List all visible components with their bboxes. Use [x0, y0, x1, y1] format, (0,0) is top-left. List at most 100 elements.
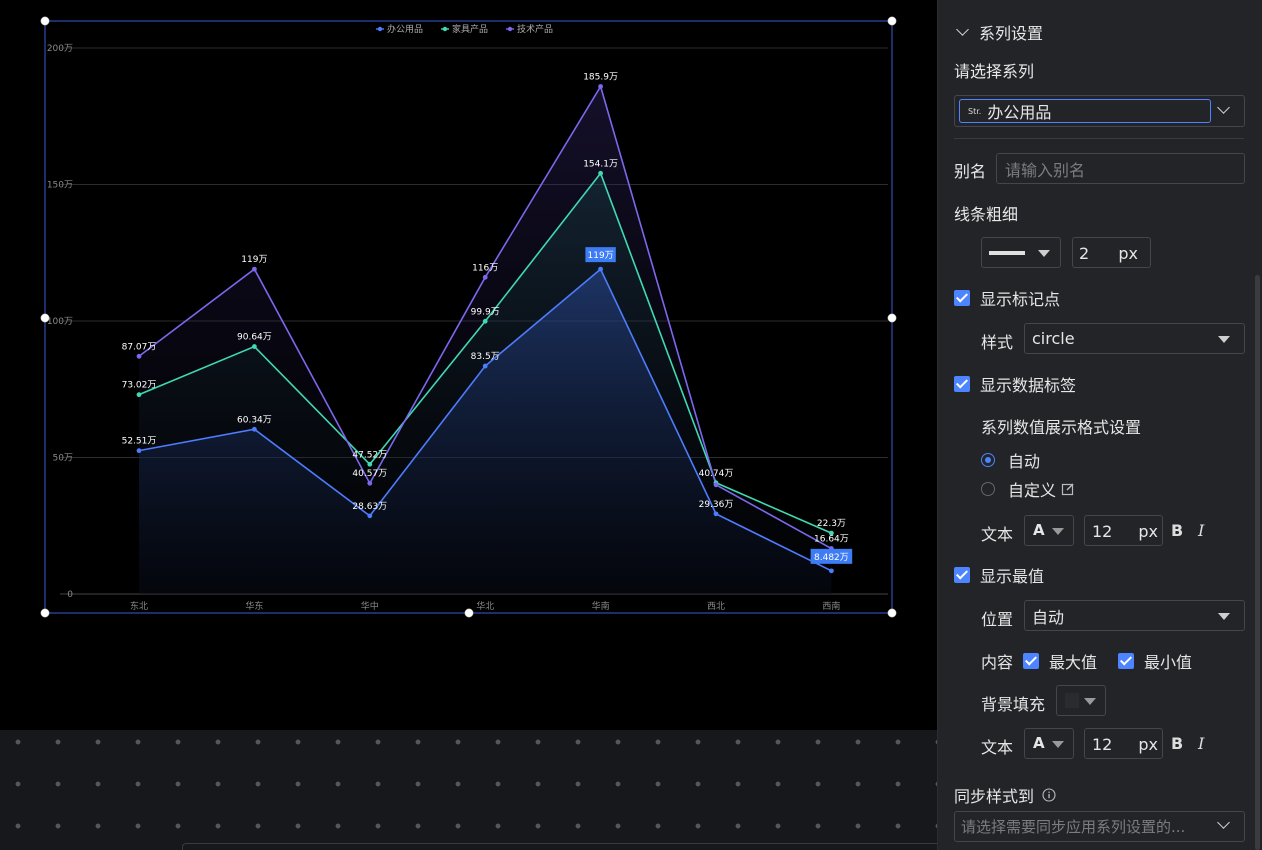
show-extreme-label: 显示最值 [980, 567, 1045, 586]
show-marker-label: 显示标记点 [980, 290, 1061, 309]
data-point [598, 170, 603, 176]
data-point [252, 266, 257, 272]
marker-style-label: 样式 [981, 333, 1014, 352]
show-data-label-text: 显示数据标签 [980, 376, 1077, 395]
bg-fill-swatch [1065, 693, 1079, 708]
legend-label: 家具产品 [452, 23, 488, 35]
data-label: 40.74万 [699, 469, 734, 479]
line-width-value: 2 [1079, 244, 1090, 263]
max-label: 最大值 [1049, 653, 1098, 672]
divider [954, 138, 1244, 139]
resize-handle[interactable] [887, 16, 897, 26]
format-label: 系列数值展示格式设置 [981, 418, 1142, 437]
data-label: 52.51万 [122, 437, 157, 447]
data-point [252, 344, 257, 349]
line-style-select[interactable] [981, 237, 1061, 268]
data-point [367, 513, 373, 519]
section-header-series[interactable]: 系列设置 [956, 20, 1043, 44]
data-point [252, 426, 257, 432]
data-label: 90.64万 [237, 333, 272, 343]
show-data-label-toggle[interactable]: 显示数据标签 [954, 372, 1076, 396]
chevron-down-icon [1217, 816, 1230, 829]
resize-handle[interactable] [887, 608, 897, 618]
select-series-label: 请选择系列 [954, 62, 1035, 81]
caret-down-icon [1038, 250, 1050, 257]
horizontal-scrollbar[interactable] [182, 843, 937, 850]
resize-handle[interactable] [40, 608, 50, 618]
min-label: 最小值 [1144, 653, 1193, 672]
canvas-dot-grid [0, 730, 937, 850]
data-point [598, 84, 603, 89]
font-color-select-2[interactable]: A [1024, 728, 1074, 759]
data-label: 154.1万 [583, 159, 618, 169]
data-label: 28.63万 [352, 502, 387, 512]
font-size-input[interactable]: 12 px [1084, 515, 1163, 546]
show-data-label-checkbox[interactable] [954, 376, 970, 392]
series-select-value: 办公用品 [987, 103, 1052, 122]
font-color-select[interactable]: A [1024, 515, 1074, 546]
bold-button-2[interactable]: B [1171, 734, 1183, 753]
font-size-input-2[interactable]: 12 px [1084, 728, 1163, 759]
show-extreme-checkbox[interactable] [954, 567, 970, 583]
position-select[interactable]: 自动 [1024, 600, 1245, 631]
line-style-preview [989, 251, 1025, 255]
resize-handle[interactable] [887, 313, 897, 323]
position-label: 位置 [981, 610, 1014, 629]
data-label: 185.9万 [583, 72, 618, 82]
italic-button-2[interactable]: I [1198, 734, 1204, 753]
bold-button[interactable]: B [1171, 521, 1183, 540]
show-marker-toggle[interactable]: 显示标记点 [954, 286, 1060, 310]
min-checkbox[interactable] [1118, 653, 1135, 669]
caret-down-icon [1218, 613, 1230, 620]
x-tick-label: 西南 [822, 600, 840, 612]
line-width-input[interactable]: 2 px [1072, 237, 1151, 268]
panel-scrollbar[interactable] [1255, 275, 1260, 850]
edit-icon[interactable] [1061, 482, 1075, 496]
max-checkbox[interactable] [1023, 653, 1040, 669]
resize-handle[interactable] [464, 608, 474, 618]
series-select[interactable]: Str. 办公用品 [954, 95, 1245, 127]
data-point [136, 353, 142, 359]
format-auto-label: 自动 [1008, 452, 1041, 471]
x-tick-label: 华中 [361, 600, 379, 612]
show-marker-checkbox[interactable] [954, 290, 970, 306]
extreme-label: 119万 [588, 251, 614, 261]
x-tick-label: 东北 [130, 600, 148, 612]
data-label: 99.9万 [471, 307, 500, 317]
data-point [829, 568, 834, 574]
y-tick-label: 100万 [47, 317, 73, 327]
legend-label: 办公用品 [387, 23, 423, 35]
italic-button[interactable]: I [1198, 521, 1204, 540]
data-label: 83.5万 [471, 352, 500, 362]
chart[interactable]: 52.51万 60.34万 28.63万 83.5万 119万 29.36万 8.482万 7… [0, 0, 937, 730]
data-point [713, 482, 719, 488]
data-point [598, 266, 603, 272]
marker-style-select[interactable]: circle [1024, 323, 1245, 354]
data-point [136, 448, 142, 454]
data-point [482, 274, 488, 280]
alias-input[interactable]: 请输入别名 [996, 153, 1245, 184]
format-custom-option[interactable]: 自定义 [981, 477, 1075, 501]
resize-handle[interactable] [40, 16, 50, 26]
format-auto-radio[interactable] [981, 453, 995, 467]
text-label: 文本 [981, 525, 1014, 544]
format-custom-radio[interactable] [981, 482, 995, 496]
bg-fill-color-select[interactable] [1056, 685, 1106, 716]
x-tick-label: 西北 [707, 601, 725, 612]
legend-marker [507, 26, 513, 32]
legend-label: 技术产品 [517, 23, 553, 35]
legend-marker [442, 26, 448, 32]
data-point [367, 480, 373, 486]
info-icon[interactable] [1042, 788, 1056, 802]
show-extreme-toggle[interactable]: 显示最值 [954, 563, 1044, 587]
caret-down-icon [1218, 336, 1230, 343]
y-tick-label: 50万 [53, 454, 73, 464]
format-auto-option[interactable]: 自动 [981, 448, 1040, 472]
settings-panel: 系列设置 请选择系列 Str. 办公用品 别名 请输入别名 线条粗细 2 px … [937, 0, 1262, 850]
data-label: 60.34万 [237, 415, 272, 425]
x-tick-label: 华东 [245, 600, 263, 612]
extreme-label: 8.482万 [814, 553, 849, 563]
sync-series-select[interactable]: 请选择需要同步应用系列设置的... [954, 811, 1245, 842]
resize-handle[interactable] [40, 313, 50, 323]
format-custom-label: 自定义 [1008, 481, 1057, 500]
